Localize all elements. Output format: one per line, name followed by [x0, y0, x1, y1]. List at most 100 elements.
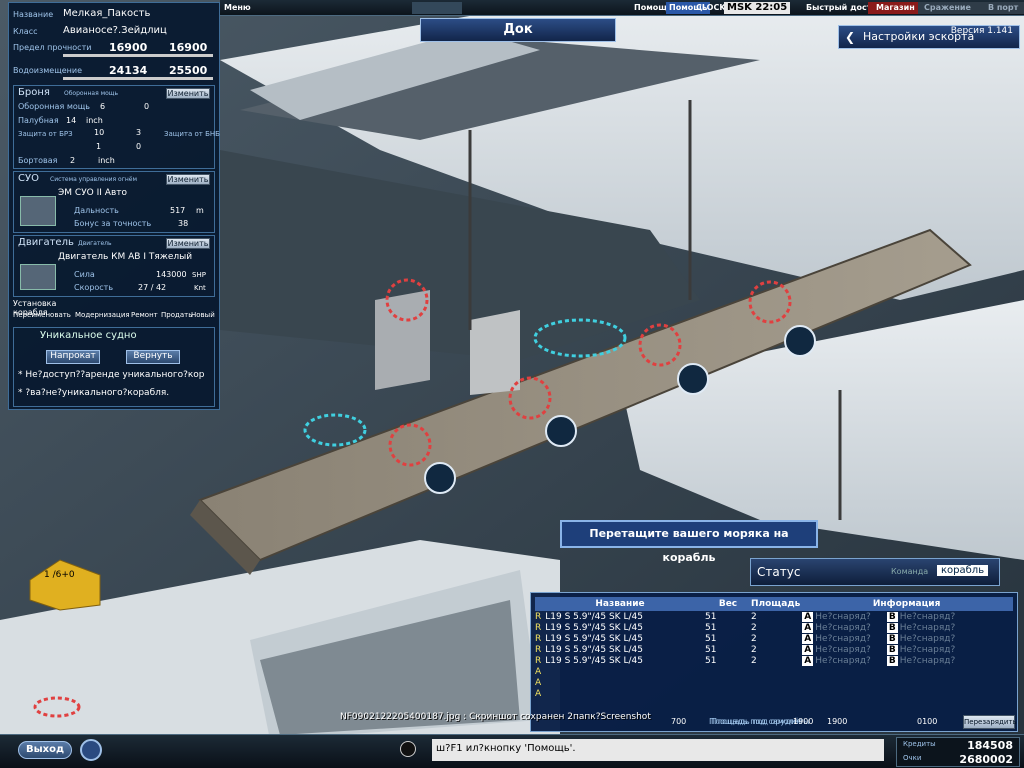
sell-tab[interactable]: Продать	[161, 311, 192, 319]
table-row[interactable]: R L19 S 5.9"/45 SK L/45 51 2 A Не?снаряд? B Не?…	[535, 633, 1013, 644]
ship-tab[interactable]: корабль	[937, 565, 989, 576]
status-title: Статус	[757, 565, 801, 579]
exit-button[interactable]: Выход	[18, 741, 72, 759]
row-info-a: Не?снаряд?	[815, 644, 871, 655]
table-row[interactable]: R L19 S 5.9"/45 SK L/45 51 2 A Не?снаряд? B Не?…	[535, 644, 1013, 655]
repair-tab[interactable]: Ремонт	[131, 311, 158, 319]
engine-section: Двигатель Двигатель Изменить Двигатель К…	[13, 235, 215, 297]
durability-current: 16900	[109, 41, 148, 54]
armor-title: Броня	[18, 87, 50, 98]
col-weight: Вес	[718, 599, 738, 609]
table-row[interactable]: R L19 S 5.9"/45 SK L/45 51 2 A Не?снаряд? B Не?…	[535, 655, 1013, 666]
map-counter: 1 /6+0	[44, 570, 75, 580]
return-button[interactable]: Вернуть	[126, 350, 180, 364]
deck-unit: inch	[86, 116, 103, 125]
fcs-section: СУО Система управления огнём Изменить ЭМ…	[13, 171, 215, 233]
engine-title: Двигатель	[18, 237, 74, 248]
row-name-cell: R L19 S 5.9"/45 SK L/45	[535, 622, 705, 633]
brz-a: 10	[94, 128, 105, 137]
reload-button[interactable]: Перезарядить	[963, 715, 1017, 729]
displacement-max: 25500	[169, 64, 208, 77]
row-info: A Не?снаряд? B Не?снаряд?	[800, 611, 1013, 622]
row-weight: 51	[705, 622, 717, 633]
engine-subtitle: Двигатель	[78, 240, 112, 247]
credits-label: Кредиты	[903, 740, 936, 748]
weapons-table-body: R L19 S 5.9"/45 SK L/45 51 2 A Не?снаряд? B Не?…	[535, 611, 1013, 699]
engine-thumbnail-icon	[20, 264, 56, 290]
slot-b-icon: B	[886, 644, 898, 655]
displacement-current: 24134	[109, 64, 148, 77]
row-info: A Не?снаряд? B Не?снаряд?	[800, 622, 1013, 633]
row-area	[751, 666, 800, 677]
back-arrow-icon: ❮	[845, 30, 856, 44]
rent-button[interactable]: Напрокат	[46, 350, 100, 364]
battle-button[interactable]: Сражение	[918, 2, 977, 14]
accuracy-label: Бонус за точность	[74, 219, 152, 228]
deck-value: 14	[66, 116, 77, 125]
slot-a-icon: A	[802, 611, 814, 622]
accuracy-value: 38	[178, 219, 189, 228]
crew-tab[interactable]: Команда	[891, 567, 928, 576]
version-label: Версия 1.141	[950, 26, 1013, 36]
armor-change-button[interactable]: Изменить	[166, 88, 210, 99]
row-area: 2	[751, 622, 757, 633]
table-row[interactable]: R L19 S 5.9"/45 SK L/45 51 2 A Не?снаряд? B Не?…	[535, 611, 1013, 622]
row-area: 2	[751, 644, 757, 655]
new-tab[interactable]: Новый	[191, 311, 215, 319]
defense-b: 0	[144, 102, 150, 111]
table-row[interactable]: A	[535, 677, 1013, 688]
defense-label: Оборонная мощь	[18, 102, 90, 111]
row-prefix: R	[535, 633, 542, 644]
table-row[interactable]: R L19 S 5.9"/45 SK L/45 51 2 A Не?снаряд? B Не?…	[535, 622, 1013, 633]
clock-time: MSK 22:05	[724, 2, 791, 14]
row-name-cell: A	[535, 666, 705, 677]
port-button[interactable]: В порт	[976, 2, 1024, 14]
deck-label: Палубная	[18, 116, 59, 125]
unique-ship-title: Уникальное судно	[40, 330, 137, 341]
row-area: 2	[751, 633, 757, 644]
escort-settings-button[interactable]: ❮ Настройки эскорта Версия 1.141	[838, 25, 1020, 49]
fcs-subtitle: Система управления огнём	[50, 176, 138, 183]
upgrade-tab[interactable]: Модернизация	[75, 311, 130, 319]
menu-button[interactable]: Меню	[224, 2, 251, 14]
rename-tab[interactable]: Переименовать	[13, 311, 71, 319]
compass-icon[interactable]	[80, 739, 102, 761]
area-footer-a: 1900	[793, 717, 814, 726]
area-footer-b: 1900	[827, 717, 848, 726]
unique-ship-section: Уникальное судно Напрокат Вернуть * Не?д…	[13, 327, 215, 407]
range-unit: m	[196, 206, 204, 215]
slot-b-icon: B	[886, 633, 898, 644]
row-weight	[705, 666, 751, 677]
row-info	[800, 688, 1013, 699]
shop-button[interactable]: Магазин	[868, 2, 923, 14]
row-name-cell: R L19 S 5.9"/45 SK L/45	[535, 611, 705, 622]
speed-unit: Knt	[194, 284, 206, 292]
row-name-cell: R L19 S 5.9"/45 SK L/45	[535, 633, 705, 644]
fcs-thumbnail-icon	[20, 196, 56, 226]
weapons-table: Название Вес Площадь Информация R L19 S 5…	[535, 597, 1013, 699]
side-unit: inch	[98, 156, 115, 165]
durability-label: Предел прочности	[13, 43, 92, 52]
row-info-b: Не?снаряд?	[899, 611, 956, 622]
row-name: L19 S 5.9"/45 SK L/45	[545, 611, 643, 622]
engine-change-button[interactable]: Изменить	[166, 238, 210, 249]
row-info-b: Не?снаряд?	[899, 655, 956, 666]
row-info: A Не?снаряд? B Не?снаряд?	[800, 655, 1013, 666]
row-area	[751, 677, 800, 688]
displacement-bar	[63, 77, 213, 80]
row-prefix: R	[535, 611, 542, 622]
chat-speaker-icon	[400, 741, 416, 757]
side-value: 2	[70, 156, 76, 165]
row-name: L19 S 5.9"/45 SK L/45	[545, 644, 643, 655]
ship-info-panel: Название Мелкая_Пакость Класс Авианосе?.…	[8, 2, 220, 410]
row-info-a: Не?снаряд?	[815, 611, 871, 622]
top-bar: Меню Помощь Помощь CLOCK MSK 22:05 Быстр…	[220, 0, 1024, 16]
ship-actions-tabs: Переименовать Модернизация Ремонт Продат…	[13, 311, 217, 323]
other-footer: 0100	[917, 717, 938, 726]
slot-a-icon: A	[802, 622, 814, 633]
chat-input[interactable]: ш?F1 ил?кнопку 'Помощь'.	[432, 739, 884, 761]
fcs-change-button[interactable]: Изменить	[166, 174, 210, 185]
row-prefix: A	[535, 666, 542, 677]
table-row[interactable]: A	[535, 666, 1013, 677]
table-row[interactable]: A	[535, 688, 1013, 699]
